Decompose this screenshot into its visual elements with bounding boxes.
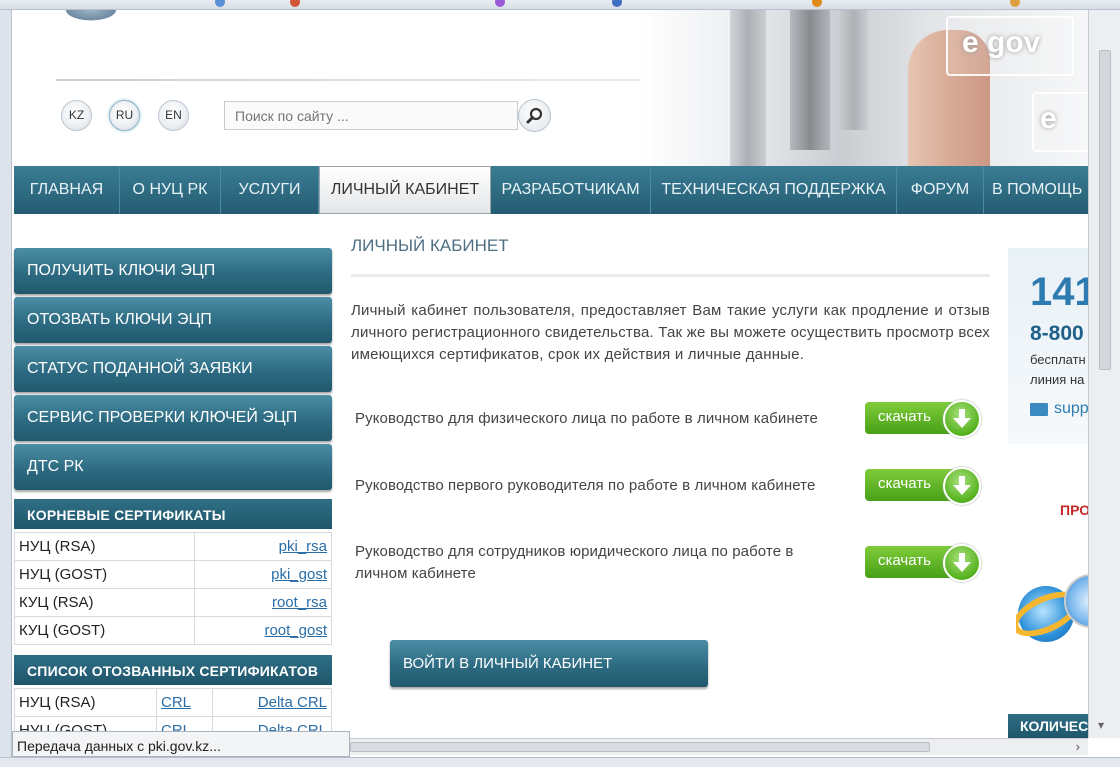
window-frame-left <box>0 10 12 767</box>
cert-link[interactable]: pki_rsa <box>279 538 327 555</box>
nav-personal-cabinet[interactable]: ЛИЧНЫЙ КАБИНЕТ <box>319 166 491 214</box>
search-icon <box>526 107 543 124</box>
bookmark-icon[interactable] <box>215 0 225 7</box>
vertical-scrollbar[interactable]: ▾ <box>1088 10 1120 738</box>
delta-crl-link[interactable]: Delta CRL <box>258 694 327 711</box>
dts-rk-button[interactable]: ДТС РК <box>14 444 332 490</box>
download-button-individual[interactable]: скачать <box>865 400 981 438</box>
page-title: ЛИЧНЫЙ КАБИНЕТ <box>351 236 509 255</box>
browsers-banner[interactable] <box>1016 566 1088 658</box>
nav-help[interactable]: В ПОМОЩЬ <box>984 166 1088 214</box>
header-divider <box>56 79 656 81</box>
intro-text: Личный кабинет пользователя, предоставля… <box>351 302 990 363</box>
promo-title: ПРО <box>1060 502 1091 518</box>
support-phone: 8-800 <box>1030 322 1084 345</box>
root-certs-table: НУЦ (RSA) pki_rsa НУЦ (GOST) pki_gost КУ… <box>14 532 332 645</box>
window-frame-bottom <box>0 757 1120 767</box>
status-bar: Передача данных с pki.gov.kz... <box>12 731 350 757</box>
nav-home[interactable]: ГЛАВНАЯ <box>14 166 120 214</box>
mail-icon <box>1030 403 1048 416</box>
arrow-down-icon <box>953 476 971 495</box>
download-button-employees[interactable]: скачать <box>865 544 981 582</box>
nav-about[interactable]: О НУЦ РК <box>120 166 221 214</box>
title-divider <box>351 274 990 277</box>
bookmark-icon[interactable] <box>1010 0 1020 7</box>
scroll-right-icon[interactable]: › <box>1076 739 1080 754</box>
cert-link[interactable]: root_rsa <box>272 594 327 611</box>
bookmark-icon[interactable] <box>612 0 622 7</box>
table-row: НУЦ (RSA) CRL Delta CRL <box>14 688 332 717</box>
egov-logo: e gov <box>962 26 1041 59</box>
support-short-number: 141 <box>1030 270 1088 314</box>
bookmark-icon[interactable] <box>290 0 300 7</box>
header-banner: e gov e <box>640 10 1088 166</box>
root-certs-header: КОРНЕВЫЕ СЕРТИФИКАТЫ <box>14 499 332 529</box>
count-header: КОЛИЧЕС <box>1008 714 1088 738</box>
lang-ru-button[interactable]: RU <box>109 100 140 131</box>
bookmarks-bar <box>0 0 1120 10</box>
horizontal-scrollbar[interactable]: › <box>350 738 1088 755</box>
nav-services[interactable]: УСЛУГИ <box>221 166 319 214</box>
key-check-service-button[interactable]: СЕРВИС ПРОВЕРКИ КЛЮЧЕЙ ЭЦП <box>14 395 332 441</box>
table-row: НУЦ (RSA) pki_rsa <box>14 532 332 561</box>
lang-en-button[interactable]: EN <box>158 100 189 131</box>
main-nav: ГЛАВНАЯ О НУЦ РК УСЛУГИ ЛИЧНЫЙ КАБИНЕТ Р… <box>14 166 1088 214</box>
revoke-keys-button[interactable]: ОТОЗВАТЬ КЛЮЧИ ЭЦП <box>14 297 332 343</box>
cert-link[interactable]: root_gost <box>264 622 327 639</box>
nav-forum[interactable]: ФОРУМ <box>897 166 984 214</box>
arrow-down-icon <box>953 409 971 428</box>
enter-cabinet-button[interactable]: ВОЙТИ В ЛИЧНЫЙ КАБИНЕТ <box>390 640 708 687</box>
cert-link[interactable]: pki_gost <box>271 566 327 583</box>
search-input[interactable] <box>224 101 518 130</box>
guide-text-head: Руководство первого руководителя по рабо… <box>355 477 816 494</box>
crl-link[interactable]: CRL <box>161 694 191 711</box>
application-status-button[interactable]: СТАТУС ПОДАННОЙ ЗАЯВКИ <box>14 346 332 392</box>
scroll-thumb[interactable] <box>350 742 930 752</box>
scroll-thumb[interactable] <box>1099 50 1111 370</box>
site-logo[interactable] <box>62 10 120 22</box>
support-banner[interactable]: 141 8-800 бесплатн линия на supp <box>1008 248 1088 444</box>
egov-logo-secondary: e <box>1040 102 1057 135</box>
revoked-certs-header: СПИСОК ОТОЗВАННЫХ СЕРТИФИКАТОВ <box>14 655 332 685</box>
bookmark-icon[interactable] <box>812 0 822 7</box>
arrow-down-icon <box>953 553 971 572</box>
get-keys-button[interactable]: ПОЛУЧИТЬ КЛЮЧИ ЭЦП <box>14 248 332 294</box>
lang-kz-button[interactable]: KZ <box>61 100 92 131</box>
table-row: КУЦ (RSA) root_rsa <box>14 588 332 617</box>
bookmark-icon[interactable] <box>495 0 505 7</box>
search-button[interactable] <box>518 99 551 132</box>
table-row: КУЦ (GOST) root_gost <box>14 616 332 645</box>
nav-tech-support[interactable]: ТЕХНИЧЕСКАЯ ПОДДЕРЖКА <box>651 166 897 214</box>
scroll-down-icon[interactable]: ▾ <box>1098 718 1104 732</box>
guide-text-individual: Руководство для физического лица по рабо… <box>355 410 818 427</box>
table-row: НУЦ (GOST) pki_gost <box>14 560 332 589</box>
download-button-head[interactable]: скачать <box>865 467 981 505</box>
nav-developers[interactable]: РАЗРАБОТЧИКАМ <box>491 166 651 214</box>
guide-text-employees: Руководство для сотрудников юридического… <box>355 543 794 582</box>
